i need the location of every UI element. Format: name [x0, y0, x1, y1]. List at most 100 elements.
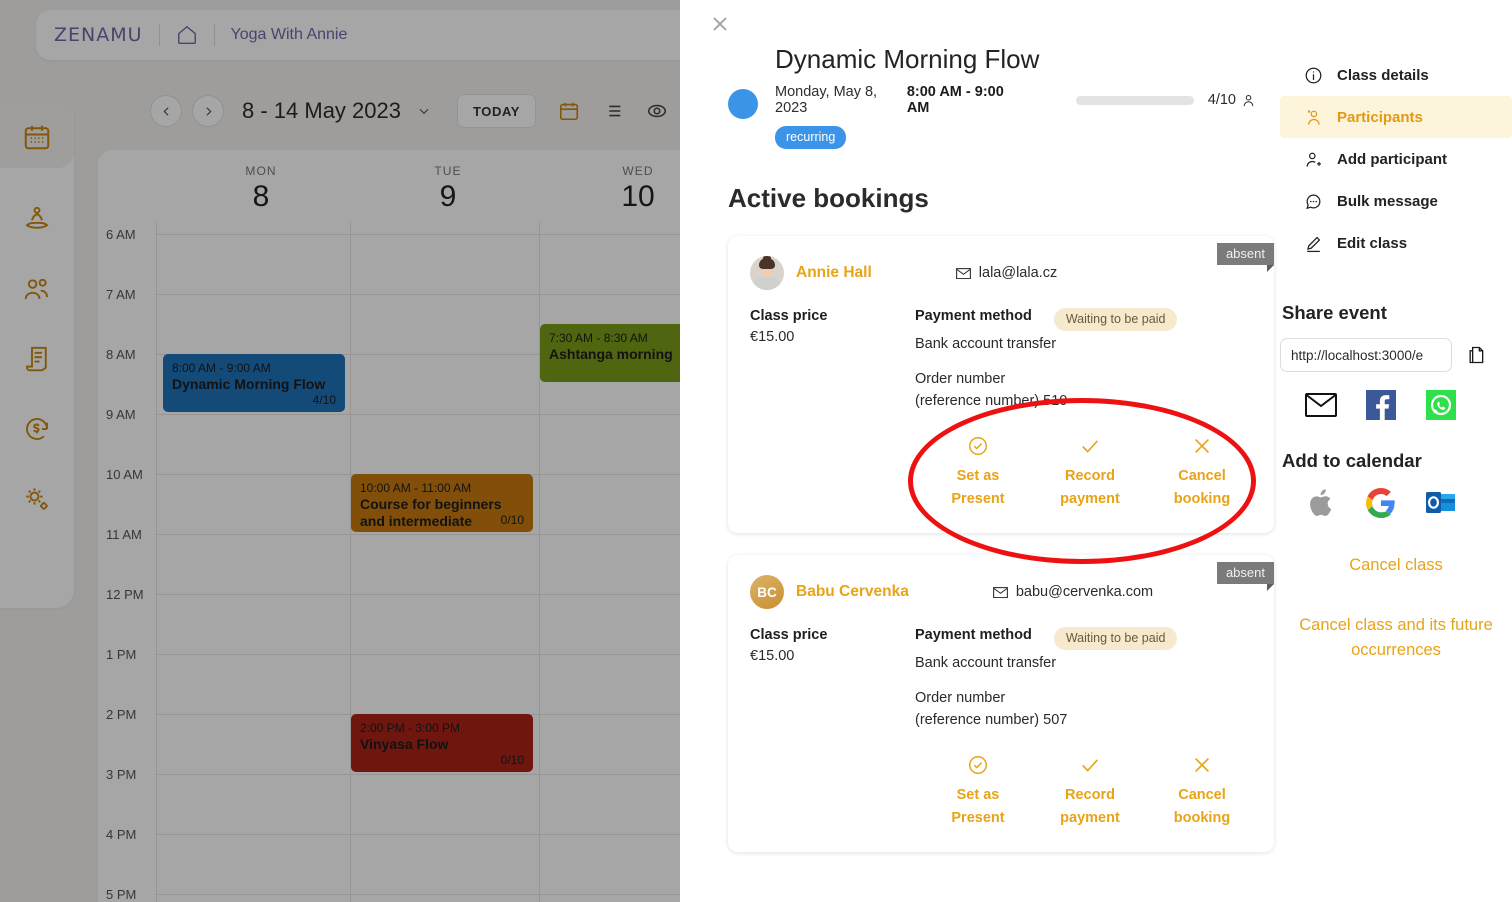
class-title: Dynamic Morning Flow	[775, 44, 1040, 74]
modal-main-content: Dynamic Morning Flow Monday, May 8, 2023…	[680, 0, 1280, 902]
payment-method-label: Payment method	[915, 627, 1032, 643]
chat-bubble-icon	[1304, 192, 1323, 211]
x-icon	[1164, 434, 1240, 458]
class-time: 8:00 AM - 9:00 AM	[906, 84, 1004, 116]
payment-block: Payment method Waiting to be paid Bank a…	[915, 308, 1252, 412]
side-menu: Class details Participants Add participa…	[1280, 54, 1512, 264]
copy-icon[interactable]	[1466, 345, 1486, 365]
capacity-progress-track	[1075, 95, 1194, 105]
x-icon	[1164, 753, 1240, 777]
order-number-value: (reference number) 510	[915, 393, 1068, 409]
capacity-text: 4/10	[1207, 92, 1236, 108]
action-label-line1: Record	[1065, 468, 1115, 484]
set-as-present-button[interactable]: Set as Present	[940, 753, 1016, 830]
sidebar-item-bulk-message[interactable]: Bulk message	[1280, 180, 1512, 222]
sidebar-item-label: Bulk message	[1337, 192, 1438, 210]
whatsapp-icon[interactable]	[1424, 388, 1458, 422]
check-icon	[1052, 434, 1128, 458]
action-label-line2: payment	[1060, 810, 1120, 826]
class-price-label: Class price	[750, 627, 828, 643]
mail-icon	[992, 586, 1008, 598]
capacity-indicator: 4/10	[1075, 92, 1256, 108]
booking-details: Class price €15.00 Payment method Waitin…	[750, 308, 1252, 412]
booking-details: Class price €15.00 Payment method Waitin…	[750, 627, 1252, 731]
person-icon	[1241, 93, 1256, 108]
share-url-row: http://localhost:3000/e	[1280, 338, 1512, 372]
record-payment-button[interactable]: Record payment	[1052, 753, 1128, 830]
payment-method-value: Bank account transfer	[915, 336, 1057, 352]
action-label-line2: payment	[1060, 491, 1120, 507]
action-label-line1: Cancel	[1178, 787, 1226, 803]
order-number-label: Order number	[915, 371, 1006, 387]
participant-email: lala@lala.cz	[978, 265, 1058, 281]
section-title-active-bookings: Active bookings	[728, 183, 929, 213]
sidebar-item-label: Add participant	[1337, 150, 1448, 168]
class-price-value: €15.00	[750, 329, 795, 345]
participant-email: babu@cervenka.com	[1015, 584, 1154, 600]
facebook-icon[interactable]	[1364, 388, 1398, 422]
sidebar-item-label: Participants	[1337, 108, 1423, 126]
class-price-label: Class price	[750, 308, 828, 324]
action-label-line2: booking	[1173, 810, 1231, 826]
calendar-buttons	[1304, 486, 1512, 520]
booking-card[interactable]: absent Annie Hall lala@lala.cz Class pri…	[728, 236, 1275, 533]
recurring-badge: recurring	[775, 126, 847, 149]
participant-name[interactable]: Annie Hall	[796, 264, 872, 282]
sidebar-item-add-participant[interactable]: Add participant	[1280, 138, 1512, 180]
class-color-dot	[728, 89, 758, 119]
cancel-booking-button[interactable]: Cancel booking	[1164, 434, 1240, 511]
check-icon	[1052, 753, 1128, 777]
payment-status-badge: Waiting to be paid	[1053, 627, 1178, 650]
payment-method-label: Payment method	[915, 308, 1032, 324]
check-circle-icon	[940, 753, 1016, 777]
class-detail-modal: Dynamic Morning Flow Monday, May 8, 2023…	[680, 0, 1512, 902]
action-label-line1: Cancel	[1178, 468, 1226, 484]
check-circle-icon	[940, 434, 1016, 458]
class-meta-row: Monday, May 8, 2023 8:00 AM - 9:00 AM 4/…	[775, 84, 1256, 116]
payment-method-value: Bank account transfer	[915, 655, 1057, 671]
avatar	[750, 256, 784, 290]
cancel-class-link[interactable]: Cancel class	[1280, 556, 1512, 575]
cancel-future-occurrences-link[interactable]: Cancel class and its future occurrences	[1296, 613, 1496, 663]
google-icon[interactable]	[1364, 486, 1398, 520]
sidebar-item-label: Class details	[1337, 66, 1429, 84]
email-icon[interactable]	[1304, 388, 1338, 422]
class-date: Monday, May 8, 2023	[775, 84, 878, 116]
participant-email-row: babu@cervenka.com	[985, 584, 1153, 600]
action-label-line2: booking	[1173, 491, 1231, 507]
class-price-value: €15.00	[750, 648, 795, 664]
record-payment-button[interactable]: Record payment	[1052, 434, 1128, 511]
order-number-label: Order number	[915, 690, 1006, 706]
sidebar-item-edit-class[interactable]: Edit class	[1280, 222, 1512, 264]
booking-actions: Set as Present Record payment Cancel bookin…	[750, 434, 1252, 511]
avatar: BC	[750, 575, 784, 609]
participant-email-row: lala@lala.cz	[948, 265, 1057, 281]
outlook-icon[interactable]	[1424, 486, 1458, 520]
action-label-line2: Present	[951, 491, 1005, 507]
booking-card[interactable]: absent BC Babu Cervenka babu@cervenka.co…	[728, 555, 1275, 852]
action-label-line1: Set as	[956, 787, 1000, 803]
booking-header: Annie Hall lala@lala.cz	[750, 256, 1252, 290]
pencil-icon	[1304, 234, 1323, 253]
payment-block: Payment method Waiting to be paid Bank a…	[915, 627, 1252, 731]
status-badge: absent	[1216, 562, 1275, 591]
share-event-heading: Share event	[1282, 302, 1387, 323]
class-header: Dynamic Morning Flow Monday, May 8, 2023…	[728, 44, 1256, 149]
add-to-calendar-heading: Add to calendar	[1282, 450, 1422, 471]
participant-name[interactable]: Babu Cervenka	[796, 583, 909, 601]
share-url-input[interactable]: http://localhost:3000/e	[1280, 338, 1452, 372]
action-label-line2: Present	[951, 810, 1005, 826]
modal-side-panel: Class details Participants Add participa…	[1280, 0, 1512, 902]
status-badge: absent	[1216, 243, 1275, 272]
class-price-block: Class price €15.00	[750, 308, 915, 412]
order-number-block: Order number (reference number) 510	[915, 368, 1252, 412]
apple-icon[interactable]	[1304, 486, 1338, 520]
booking-header: BC Babu Cervenka babu@cervenka.com	[750, 575, 1252, 609]
sidebar-item-participants[interactable]: Participants	[1280, 96, 1512, 138]
set-as-present-button[interactable]: Set as Present	[940, 434, 1016, 511]
cancel-booking-button[interactable]: Cancel booking	[1164, 753, 1240, 830]
mail-icon	[955, 267, 971, 279]
order-number-block: Order number (reference number) 507	[915, 687, 1252, 731]
order-number-value: (reference number) 507	[915, 712, 1068, 728]
sidebar-item-class-details[interactable]: Class details	[1280, 54, 1512, 96]
